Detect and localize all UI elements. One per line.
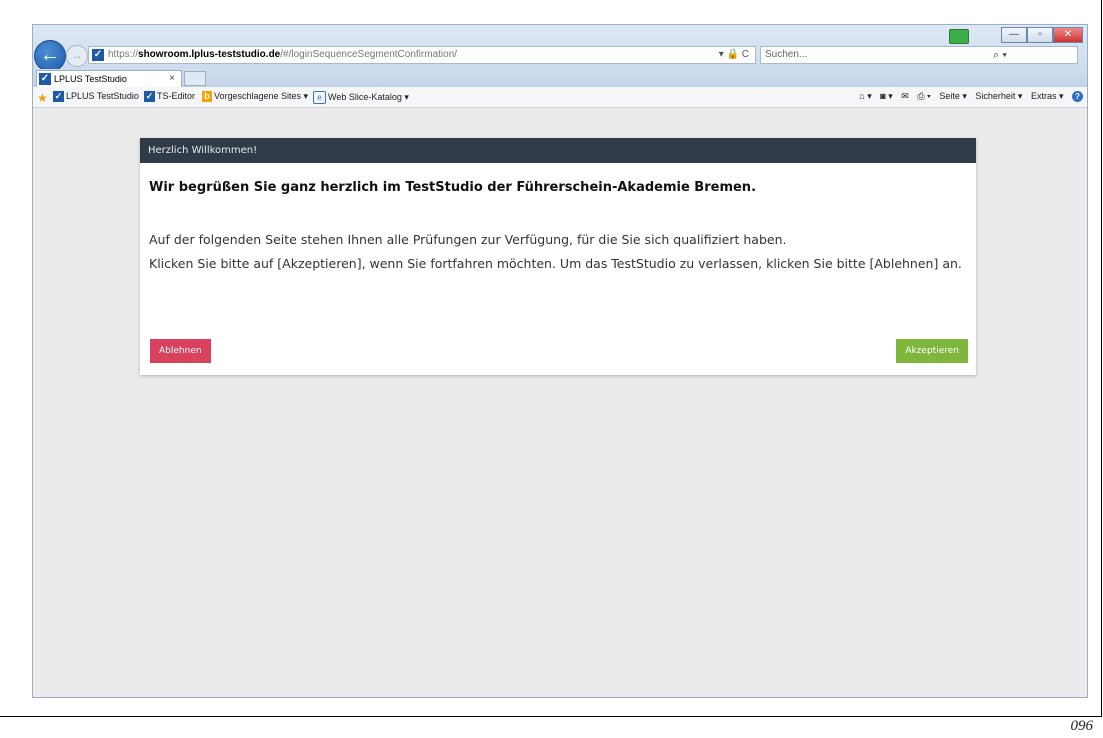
command-page[interactable]: Seite ▾ [939,91,967,101]
bing-icon: b [202,91,212,103]
decline-button[interactable]: Ablehnen [150,339,211,363]
tab-label: LPLUS TestStudio [54,74,127,84]
mail-icon[interactable]: ✉ [901,91,909,101]
search-input[interactable]: Suchen... ⌕ ▾ [760,46,1078,64]
navigation-row: ← → ✓ https://showroom.lplus-teststudio.… [33,40,1087,72]
page-content: Herzlich Willkommen! Wir begrüßen Sie ga… [33,108,1087,697]
command-security[interactable]: Sicherheit ▾ [975,91,1022,101]
favorite-label: Vorgeschlagene Sites ▾ [214,91,309,101]
favorite-web-slice[interactable]: e Web Slice-Katalog ▾ [313,91,409,104]
favorite-label: TS-Editor [157,91,196,101]
address-bar[interactable]: ✓ https://showroom.lplus-teststudio.de/#… [88,46,756,64]
browser-window: — ▫ ✕ ← → ✓ https://showroom.lplus-tests… [32,24,1088,698]
new-tab-button[interactable] [184,71,206,86]
ie-icon: e [313,91,326,104]
minimize-button[interactable]: — [1001,27,1027,43]
url-prefix: https:// [108,49,139,60]
tab-teststudio[interactable]: ✓ LPLUS TestStudio × [36,70,182,87]
command-bar: ⌂ ▾ ◙ ▾ ✉ ⎙ ▾ Seite ▾ Sicherheit ▾ Extra… [853,91,1083,102]
print-icon[interactable]: ⎙ ▾ [917,91,930,101]
favorites-star-icon[interactable]: ★ [37,91,48,105]
favorite-ts-editor[interactable]: ✓ TS-Editor [144,91,196,103]
welcome-dialog: Herzlich Willkommen! Wir begrüßen Sie ga… [140,138,976,375]
page-number: 096 [1070,718,1094,734]
forward-button[interactable]: → [66,45,88,67]
search-icon[interactable]: ⌕ ▾ [993,47,1007,63]
dialog-text-line-1: Auf der folgenden Seite stehen Ihnen all… [149,232,787,247]
accept-button[interactable]: Akzeptieren [896,339,968,363]
help-icon[interactable]: ? [1072,91,1083,102]
tab-favicon-icon: ✓ [39,73,51,85]
close-window-button[interactable]: ✕ [1053,27,1083,43]
back-button[interactable]: ← [34,40,66,72]
home-icon[interactable]: ⌂ ▾ [859,91,871,101]
keyboard-icon [949,29,969,44]
check-icon: ✓ [53,91,64,103]
check-icon: ✓ [144,91,155,103]
title-bar: — ▫ ✕ ← → ✓ https://showroom.lplus-tests… [33,25,1087,72]
favorite-label: Web Slice-Katalog ▾ [328,91,409,102]
favorite-suggested-sites[interactable]: b Vorgeschlagene Sites ▾ [202,91,309,103]
window-controls: — ▫ ✕ [1001,27,1083,43]
favorite-lplus-teststudio[interactable]: ✓ LPLUS TestStudio [53,91,139,103]
search-placeholder: Suchen... [765,49,808,60]
dialog-title: Wir begrüßen Sie ganz herzlich im TestSt… [149,180,757,195]
tab-strip: ✓ LPLUS TestStudio × [33,69,1087,87]
address-controls[interactable]: ▾ 🔒 C [719,47,749,63]
favorites-bar: ★ ✓ LPLUS TestStudio ✓ TS-Editor b Vorgesch… [33,87,1087,108]
url-domain: showroom.lplus-teststudio.de [138,49,281,60]
favorite-label: LPLUS TestStudio [66,91,139,101]
dialog-header: Herzlich Willkommen! [140,138,976,163]
site-check-icon: ✓ [92,49,104,61]
tab-close-icon[interactable]: × [169,71,175,87]
maximize-button[interactable]: ▫ [1027,27,1053,43]
dialog-text-line-2: Klicken Sie bitte auf [Akzeptieren], wen… [149,256,962,271]
url-path: /#/loginSequenceSegmentConfirmation/ [280,49,458,60]
feeds-icon[interactable]: ◙ ▾ [880,91,892,101]
command-extras[interactable]: Extras ▾ [1031,91,1064,101]
